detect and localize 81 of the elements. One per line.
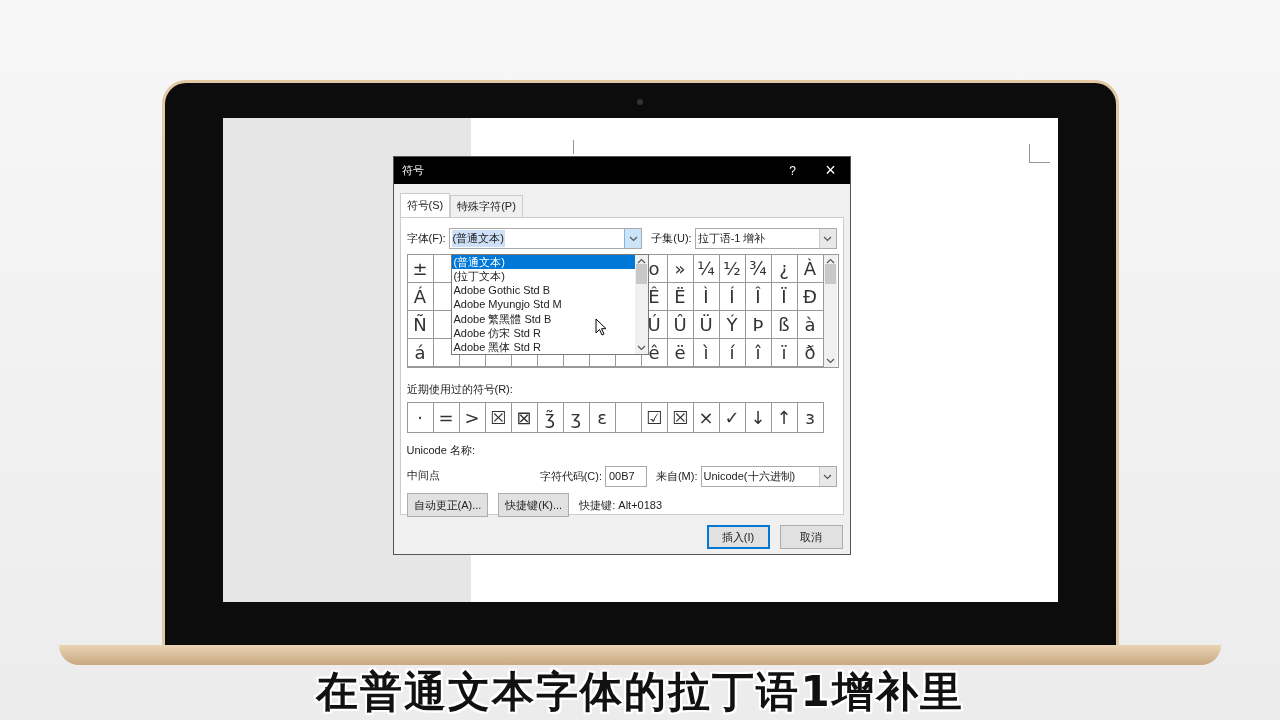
scroll-down-icon[interactable] xyxy=(825,358,835,364)
char-code-label: 字符代码(C): xyxy=(539,469,602,484)
webcam-icon xyxy=(637,99,643,105)
cancel-button[interactable]: 取消 xyxy=(779,525,843,549)
recent-label: 近期使用过的符号(R): xyxy=(406,382,514,397)
close-button[interactable]: × xyxy=(811,160,850,181)
symbol-cell[interactable]: ↑ xyxy=(771,403,798,432)
symbol-cell[interactable]: ε xyxy=(589,403,616,432)
window-title: 符号 xyxy=(401,163,425,178)
symbol-cell[interactable]: > xyxy=(459,403,486,432)
symbol-cell[interactable]: À xyxy=(797,255,824,283)
help-button[interactable]: ? xyxy=(773,163,812,178)
char-code-field[interactable]: 00B7 xyxy=(604,466,647,487)
font-option[interactable]: Adobe Myungjo Std M xyxy=(451,297,635,312)
symbol-cell[interactable]: × xyxy=(693,403,720,432)
symbol-cell[interactable]: Ñ xyxy=(407,311,434,339)
symbol-cell[interactable]: Ý xyxy=(719,311,746,339)
symbol-cell[interactable]: · xyxy=(407,403,434,432)
symbol-cell[interactable]: à xyxy=(797,311,824,339)
scrollbar-thumb[interactable] xyxy=(635,264,647,284)
font-label: 字体(F): xyxy=(406,231,446,246)
symbol-cell[interactable]: ¿ xyxy=(771,255,798,283)
symbol-cell[interactable]: Þ xyxy=(745,311,772,339)
symbol-cell[interactable]: Ë xyxy=(667,283,694,311)
font-option[interactable]: Adobe 繁黑體 Std B xyxy=(451,311,635,326)
symbol-cell[interactable]: ☑ xyxy=(641,403,668,432)
scrollbar-thumb[interactable] xyxy=(824,264,836,284)
shortcut-text: 快捷键: Alt+0183 xyxy=(579,497,663,513)
unicode-name: 中间点 xyxy=(406,468,441,483)
scroll-up-icon[interactable] xyxy=(825,258,835,264)
symbol-cell[interactable]: ì xyxy=(693,339,720,367)
symbol-cell[interactable]: ✓ xyxy=(719,403,746,432)
page-corner-mark xyxy=(1028,144,1050,163)
symbol-cell[interactable]: Ì xyxy=(693,283,720,311)
from-select[interactable]: Unicode(十六进制) xyxy=(700,466,837,487)
font-option[interactable]: Adobe Gothic Std B xyxy=(451,283,635,298)
symbol-cell[interactable]: Î xyxy=(745,283,772,311)
symbol-cell[interactable]: ß xyxy=(771,311,798,339)
symbol-cell[interactable]: » xyxy=(667,255,694,283)
symbol-cell[interactable]: ⊠ xyxy=(511,403,538,432)
insert-button[interactable]: 插入(I) xyxy=(706,525,770,549)
symbol-cell[interactable]: ¼ xyxy=(693,255,720,283)
font-option[interactable]: (普通文本) xyxy=(451,255,635,270)
symbol-cell[interactable]: Í xyxy=(719,283,746,311)
symbol-cell[interactable]: ð xyxy=(797,339,824,367)
symbol-cell[interactable]: ☒ xyxy=(485,403,512,432)
symbol-cell[interactable]: í xyxy=(719,339,746,367)
symbol-cell[interactable]: ± xyxy=(407,255,434,283)
symbol-cell[interactable]: á xyxy=(407,339,434,367)
symbol-cell[interactable]: ʒ̃ xyxy=(537,403,564,432)
symbol-cell[interactable]: з xyxy=(797,403,824,432)
scroll-down-icon[interactable] xyxy=(636,345,646,351)
cursor-icon xyxy=(594,318,607,336)
symbol-cell[interactable]: ʒ xyxy=(563,403,590,432)
symbol-cell[interactable]: Û xyxy=(667,311,694,339)
subset-label: 子集(U): xyxy=(651,231,692,246)
symbol-cell[interactable]: Á xyxy=(407,283,434,311)
shortcut-key-button[interactable]: 快捷键(K)... xyxy=(498,493,570,517)
symbol-cell[interactable]: ¾ xyxy=(745,255,772,283)
scroll-up-icon[interactable] xyxy=(636,258,646,264)
autocorrect-button[interactable]: 自动更正(A)... xyxy=(406,493,489,517)
font-select[interactable]: (普通文本) xyxy=(448,228,643,249)
symbol-cell[interactable]: ï xyxy=(771,339,798,367)
subtitle: 在普通文本字体的拉丁语1增补里 xyxy=(316,668,964,716)
tab[interactable]: 特殊字符(P) xyxy=(450,195,523,217)
symbol-cell[interactable]: Ü xyxy=(693,311,720,339)
symbol-cell[interactable]: = xyxy=(433,403,460,432)
subset-select[interactable]: 拉丁语-1 增补 xyxy=(694,228,837,249)
symbol-cell[interactable]: ↓ xyxy=(745,403,772,432)
symbol-cell[interactable]: ☒ xyxy=(667,403,694,432)
symbol-cell[interactable]: î xyxy=(745,339,772,367)
font-option[interactable]: Adobe 黑体 Std R xyxy=(451,339,635,354)
symbol-cell[interactable]: ½ xyxy=(719,255,746,283)
from-label: 来自(M): xyxy=(655,469,698,484)
symbol-cell[interactable]: ë xyxy=(667,339,694,367)
font-option[interactable]: Adobe 仿宋 Std R xyxy=(451,325,635,340)
tab[interactable]: 符号(S) xyxy=(399,193,451,217)
symbol-cell[interactable]: Ð xyxy=(797,283,824,311)
unicode-name-label: Unicode 名称: xyxy=(406,443,476,458)
symbol-cell[interactable]: Ï xyxy=(771,283,798,311)
font-option[interactable]: (拉丁文本) xyxy=(451,269,635,284)
